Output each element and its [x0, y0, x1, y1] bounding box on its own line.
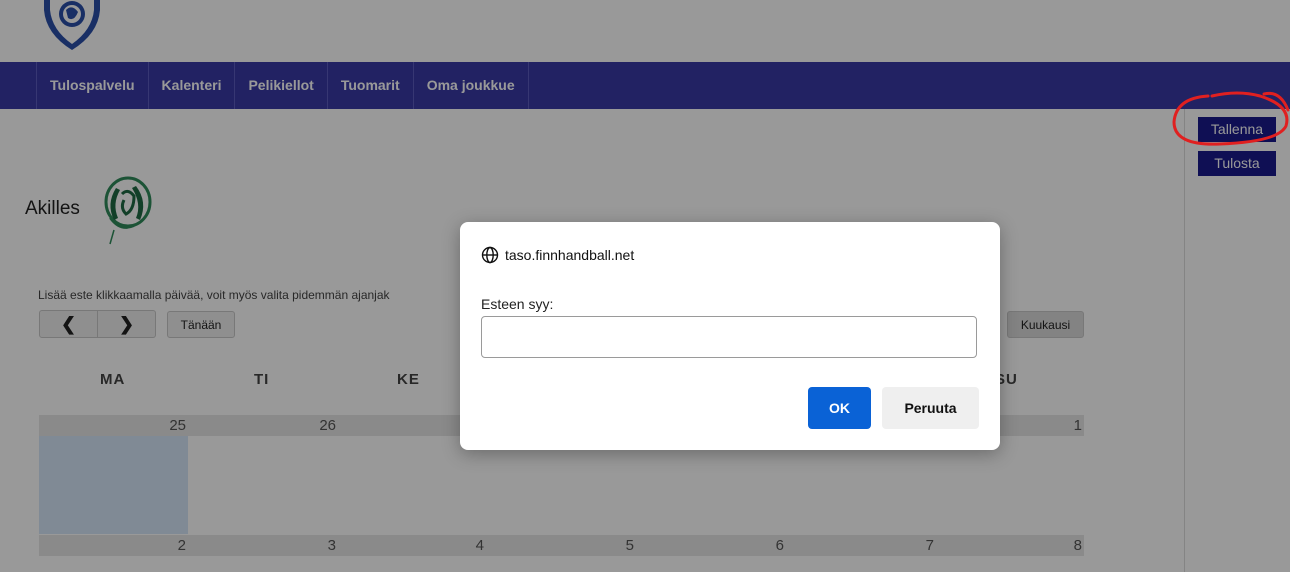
prompt-dialog: taso.finnhandball.net Esteen syy: OK Per…: [460, 222, 1000, 450]
cancel-button[interactable]: Peruuta: [882, 387, 979, 429]
globe-icon: [481, 246, 499, 264]
page: Tulospalvelu Kalenteri Pelikiellot Tuoma…: [0, 0, 1290, 572]
dialog-label: Esteen syy:: [481, 296, 554, 312]
dialog-origin: taso.finnhandball.net: [481, 246, 634, 264]
ok-button[interactable]: OK: [808, 387, 871, 429]
reason-input[interactable]: [481, 316, 977, 358]
dialog-origin-text: taso.finnhandball.net: [505, 247, 635, 263]
